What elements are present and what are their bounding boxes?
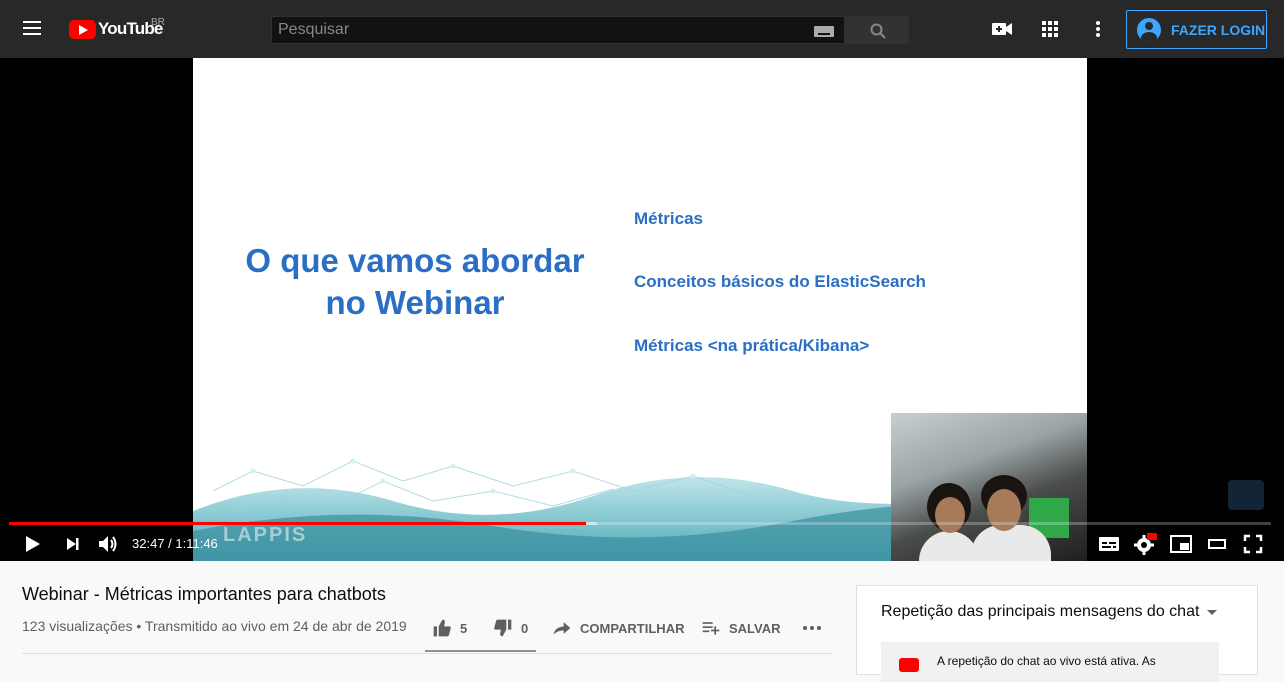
youtube-play-icon (69, 19, 96, 39)
apps-grid-icon[interactable] (1038, 17, 1062, 41)
more-actions-icon[interactable] (800, 618, 824, 638)
share-label: COMPARTILHAR (580, 620, 685, 636)
playlist-add-icon (702, 622, 720, 635)
slide-title: O que vamos abordar no Webinar (205, 240, 625, 324)
person-left-face (935, 497, 965, 533)
chat-notice: A repetição do chat ao vivo está ativa. … (881, 642, 1219, 682)
account-icon (1137, 17, 1161, 42)
youtube-icon (899, 658, 919, 672)
keyboard-icon[interactable] (814, 26, 834, 37)
subtitles-icon[interactable] (1097, 532, 1121, 556)
chat-mode-dropdown[interactable]: Repetição das principais mensagens do ch… (881, 603, 1199, 621)
share-button[interactable]: COMPARTILHAR (552, 618, 684, 638)
person-right (971, 525, 1051, 561)
dislike-count: 0 (521, 620, 529, 636)
create-video-icon[interactable] (990, 17, 1014, 41)
login-label: FAZER LOGIN (1171, 21, 1266, 38)
like-button[interactable]: 5 (432, 618, 467, 638)
chat-notice-text: A repetição do chat ao vivo está ativa. … (937, 654, 1156, 668)
slide-item: Métricas <na prática/Kibana> (634, 336, 870, 355)
next-icon[interactable] (61, 532, 85, 556)
divider (22, 653, 833, 654)
slide-title-line2: no Webinar (325, 284, 505, 321)
menu-icon[interactable] (16, 17, 50, 41)
progress-played (9, 522, 586, 525)
person-left (919, 531, 979, 561)
fullscreen-icon[interactable] (1241, 532, 1265, 556)
time-display: 32:47 / 1:11:46 (132, 536, 218, 551)
masthead: YouTube BR FAZER LOGIN (0, 0, 1284, 58)
thumbs-up-icon (433, 619, 451, 637)
video-info: 123 visualizações • Transmitido ao vivo … (22, 618, 407, 634)
login-button[interactable]: FAZER LOGIN (1126, 10, 1267, 49)
progress-bar[interactable] (9, 522, 1271, 525)
sentiment-bar (425, 650, 536, 652)
share-icon (553, 622, 571, 635)
slide-footer-logo: LAPPIS (223, 524, 308, 546)
dropdown-caret-icon[interactable] (1207, 610, 1217, 615)
miniplayer-icon[interactable] (1169, 532, 1193, 556)
webcam-overlay (891, 413, 1087, 561)
search-box (271, 16, 845, 44)
country-code: BR (151, 17, 165, 28)
save-button[interactable]: SALVAR (701, 618, 781, 638)
thumbs-down-icon (494, 619, 512, 637)
channel-watermark[interactable] (1228, 480, 1264, 510)
dislike-button[interactable]: 0 (493, 618, 528, 638)
video-player[interactable]: O que vamos abordar no Webinar Métricas … (0, 58, 1284, 561)
settings-hd-icon[interactable] (1133, 532, 1157, 556)
search-button[interactable] (845, 16, 909, 44)
theater-icon[interactable] (1205, 532, 1229, 556)
youtube-logo[interactable]: YouTube BR (69, 17, 165, 39)
volume-icon[interactable] (96, 532, 120, 556)
more-vert-icon[interactable] (1086, 17, 1110, 41)
video-title: Webinar - Métricas importantes para chat… (22, 584, 386, 604)
search-input[interactable] (272, 17, 802, 43)
save-label: SALVAR (729, 620, 781, 636)
slide-item: Conceitos básicos do ElasticSearch (634, 272, 926, 291)
slide-item: Métricas (634, 209, 703, 228)
slide-title-line1: O que vamos abordar (245, 242, 585, 279)
search-icon (870, 23, 886, 39)
play-icon[interactable] (20, 532, 44, 556)
like-count: 5 (460, 620, 468, 636)
